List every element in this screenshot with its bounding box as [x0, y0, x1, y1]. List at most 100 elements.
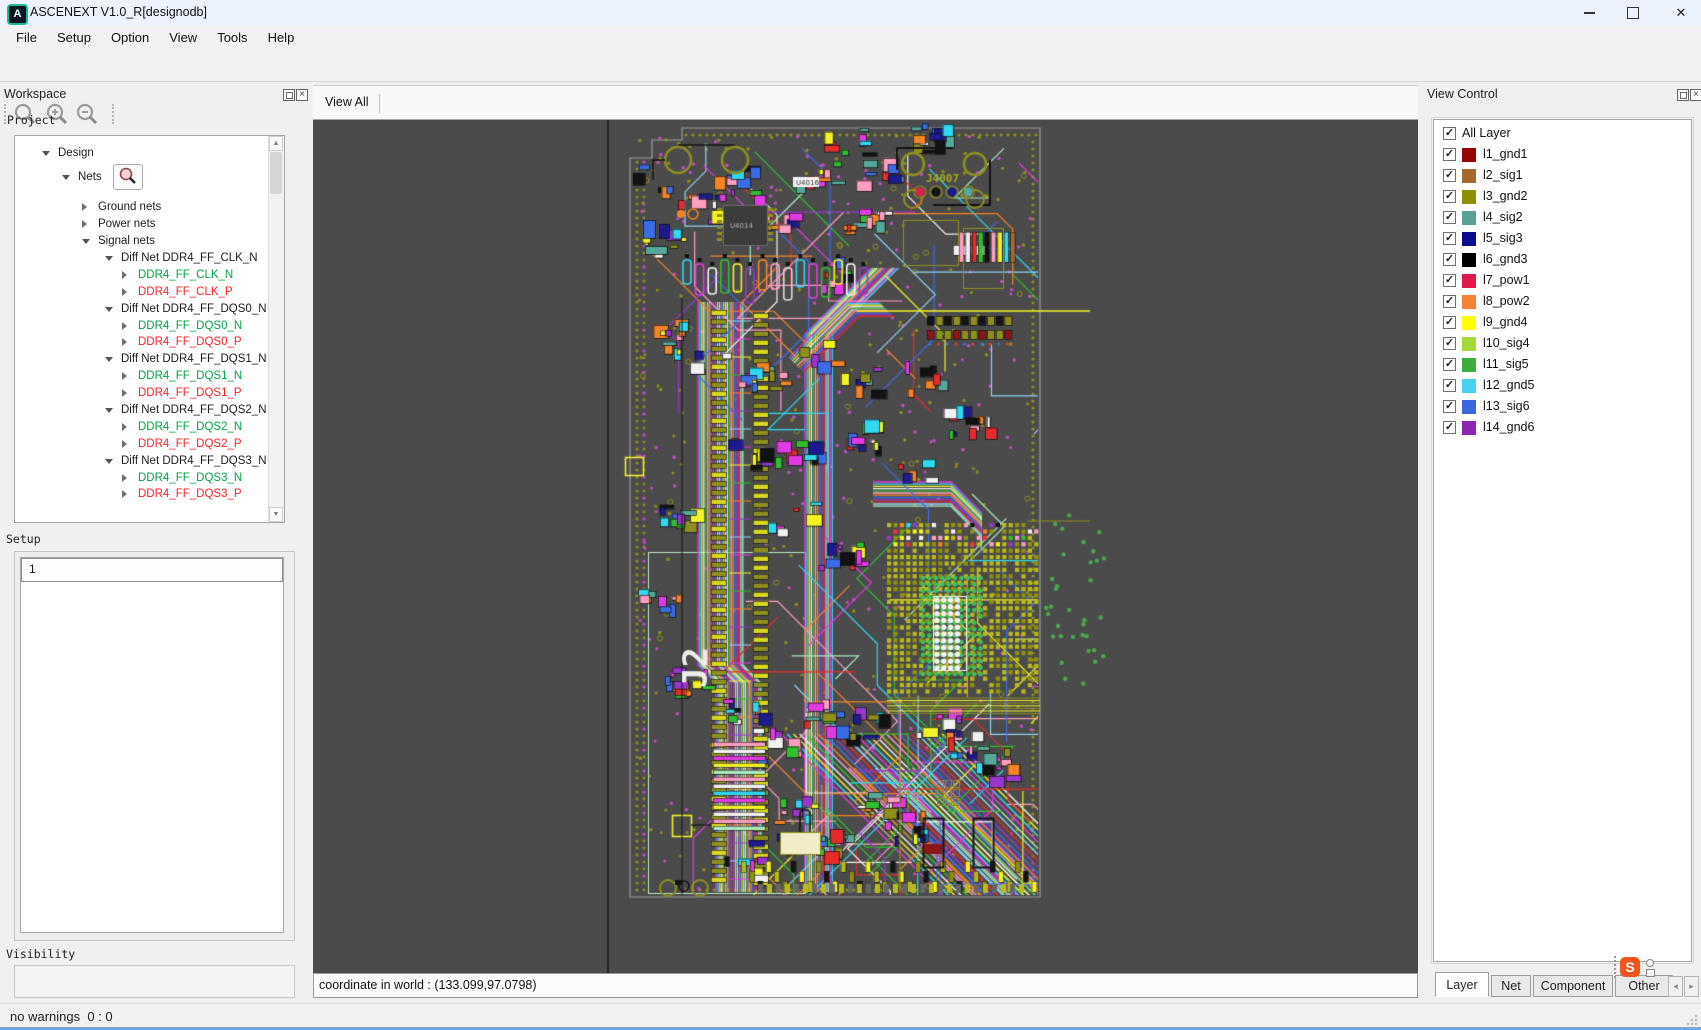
tree-node-signal-nets[interactable]: Signal nets: [15, 233, 269, 250]
expand-arrow-icon[interactable]: [122, 271, 127, 279]
menu-help[interactable]: Help: [258, 28, 305, 47]
collapse-arrow-icon[interactable]: [105, 307, 113, 312]
layer-row-l2_sig1[interactable]: ✓l2_sig1: [1435, 167, 1690, 188]
layer-row-l7_pow1[interactable]: ✓l7_pow1: [1435, 272, 1690, 293]
snip-option-icon[interactable]: [1646, 959, 1654, 967]
tree-node-diff-net-ddr4-ff-dqs1-n[interactable]: Diff Net DDR4_FF_DQS1_N: [15, 351, 269, 368]
layer-checkbox[interactable]: ✓: [1443, 148, 1456, 161]
tree-node-nets[interactable]: Nets: [15, 162, 269, 192]
layer-color-swatch[interactable]: [1462, 169, 1476, 183]
close-panel-icon[interactable]: ×: [1690, 89, 1701, 101]
tab-layer[interactable]: Layer: [1435, 972, 1489, 997]
layer-row-l11_sig5[interactable]: ✓l11_sig5: [1435, 356, 1690, 377]
layer-color-swatch[interactable]: [1462, 295, 1476, 309]
tree-scrollbar[interactable]: ▲ ▼: [268, 136, 284, 522]
layer-color-swatch[interactable]: [1462, 148, 1476, 162]
expand-arrow-icon[interactable]: [122, 440, 127, 448]
collapse-arrow-icon[interactable]: [62, 175, 70, 180]
scroll-up-icon[interactable]: ▲: [269, 136, 283, 151]
layer-row-all-layer[interactable]: ✓All Layer: [1435, 125, 1690, 146]
layer-row-l8_pow2[interactable]: ✓l8_pow2: [1435, 293, 1690, 314]
expand-arrow-icon[interactable]: [122, 338, 127, 346]
snip-tool-icon[interactable]: S: [1620, 957, 1640, 977]
tree-node-ddr4-ff-dqs2-n[interactable]: DDR4_FF_DQS2_N: [15, 418, 269, 435]
tree-node-diff-net-ddr4-ff-dqs0-n[interactable]: Diff Net DDR4_FF_DQS0_N: [15, 300, 269, 317]
layer-color-swatch[interactable]: [1462, 274, 1476, 288]
collapse-arrow-icon[interactable]: [105, 357, 113, 362]
layer-checkbox[interactable]: ✓: [1443, 337, 1456, 350]
expand-arrow-icon[interactable]: [122, 474, 127, 482]
tree-scrollbar-thumb[interactable]: [270, 152, 282, 194]
layer-checkbox[interactable]: ✓: [1443, 358, 1456, 371]
tab-view-all[interactable]: View All: [325, 95, 369, 109]
setup-list-item[interactable]: 1: [21, 558, 283, 582]
expand-arrow-icon[interactable]: [122, 372, 127, 380]
layer-checkbox[interactable]: ✓: [1443, 253, 1456, 266]
tree-node-design[interactable]: Design: [15, 145, 269, 162]
layer-color-swatch[interactable]: [1462, 316, 1476, 330]
layer-row-l10_sig4[interactable]: ✓l10_sig4: [1435, 335, 1690, 356]
menu-setup[interactable]: Setup: [47, 28, 101, 47]
layer-color-swatch[interactable]: [1462, 421, 1476, 435]
setup-list[interactable]: 1: [20, 557, 284, 933]
expand-arrow-icon[interactable]: [122, 389, 127, 397]
expand-arrow-icon[interactable]: [82, 220, 87, 228]
collapse-arrow-icon[interactable]: [82, 239, 90, 244]
layer-checkbox[interactable]: ✓: [1443, 211, 1456, 224]
layer-color-swatch[interactable]: [1462, 400, 1476, 414]
net-search-button[interactable]: [113, 164, 143, 190]
minimize-button[interactable]: [1574, 0, 1604, 25]
layer-color-swatch[interactable]: [1462, 253, 1476, 267]
expand-arrow-icon[interactable]: [82, 203, 87, 211]
layer-row-l1_gnd1[interactable]: ✓l1_gnd1: [1435, 146, 1690, 167]
collapse-arrow-icon[interactable]: [105, 459, 113, 464]
snip-handle[interactable]: [1614, 956, 1616, 978]
layer-checkbox[interactable]: ✓: [1443, 127, 1456, 140]
tab-scroll-left-icon[interactable]: ◂: [1668, 976, 1683, 997]
layer-row-l5_sig3[interactable]: ✓l5_sig3: [1435, 230, 1690, 251]
tab-net[interactable]: Net: [1491, 975, 1531, 997]
layer-checkbox[interactable]: ✓: [1443, 316, 1456, 329]
tree-node-ddr4-ff-dqs1-n[interactable]: DDR4_FF_DQS1_N: [15, 368, 269, 385]
tree-node-diff-net-ddr4-ff-clk-n[interactable]: Diff Net DDR4_FF_CLK_N: [15, 250, 269, 267]
layer-color-swatch[interactable]: [1462, 358, 1476, 372]
scroll-down-icon[interactable]: ▼: [269, 507, 283, 522]
layer-row-l12_gnd5[interactable]: ✓l12_gnd5: [1435, 377, 1690, 398]
tree-node-power-nets[interactable]: Power nets: [15, 216, 269, 233]
expand-arrow-icon[interactable]: [122, 423, 127, 431]
pcb-canvas[interactable]: [313, 120, 1418, 973]
layer-row-l3_gnd2[interactable]: ✓l3_gnd2: [1435, 188, 1690, 209]
tree-node-ddr4-ff-dqs1-p[interactable]: DDR4_FF_DQS1_P: [15, 385, 269, 402]
menu-file[interactable]: File: [6, 28, 47, 47]
collapse-arrow-icon[interactable]: [105, 408, 113, 413]
layer-checkbox[interactable]: ✓: [1443, 190, 1456, 203]
layer-color-swatch[interactable]: [1462, 211, 1476, 225]
tree-node-diff-net-ddr4-ff-dqs3-n[interactable]: Diff Net DDR4_FF_DQS3_N: [15, 452, 269, 469]
tab-other[interactable]: Other: [1615, 975, 1673, 997]
menu-view[interactable]: View: [159, 28, 207, 47]
layer-checkbox[interactable]: ✓: [1443, 169, 1456, 182]
layer-row-l6_gnd3[interactable]: ✓l6_gnd3: [1435, 251, 1690, 272]
layer-color-swatch[interactable]: [1462, 379, 1476, 393]
float-panel-icon[interactable]: [283, 89, 295, 101]
layer-color-swatch[interactable]: [1462, 232, 1476, 246]
layer-checkbox[interactable]: ✓: [1443, 232, 1456, 245]
layer-row-l4_sig2[interactable]: ✓l4_sig2: [1435, 209, 1690, 230]
expand-arrow-icon[interactable]: [122, 288, 127, 296]
tab-component[interactable]: Component: [1533, 975, 1613, 997]
layer-checkbox[interactable]: ✓: [1443, 295, 1456, 308]
tree-node-ground-nets[interactable]: Ground nets: [15, 199, 269, 216]
layer-checkbox[interactable]: ✓: [1443, 400, 1456, 413]
collapse-arrow-icon[interactable]: [105, 256, 113, 261]
menu-option[interactable]: Option: [101, 28, 159, 47]
tree-node-ddr4-ff-dqs3-n[interactable]: DDR4_FF_DQS3_N: [15, 469, 269, 486]
resize-grip[interactable]: [1686, 1014, 1698, 1026]
maximize-button[interactable]: [1618, 0, 1648, 25]
layer-row-l13_sig6[interactable]: ✓l13_sig6: [1435, 398, 1690, 419]
menu-tools[interactable]: Tools: [207, 28, 257, 47]
tree-node-ddr4-ff-clk-p[interactable]: DDR4_FF_CLK_P: [15, 283, 269, 300]
tab-scroll-right-icon[interactable]: ▸: [1684, 976, 1699, 997]
collapse-arrow-icon[interactable]: [42, 151, 50, 156]
snip-option-icon[interactable]: [1646, 969, 1655, 977]
tree-node-ddr4-ff-dqs3-p[interactable]: DDR4_FF_DQS3_P: [15, 486, 269, 503]
